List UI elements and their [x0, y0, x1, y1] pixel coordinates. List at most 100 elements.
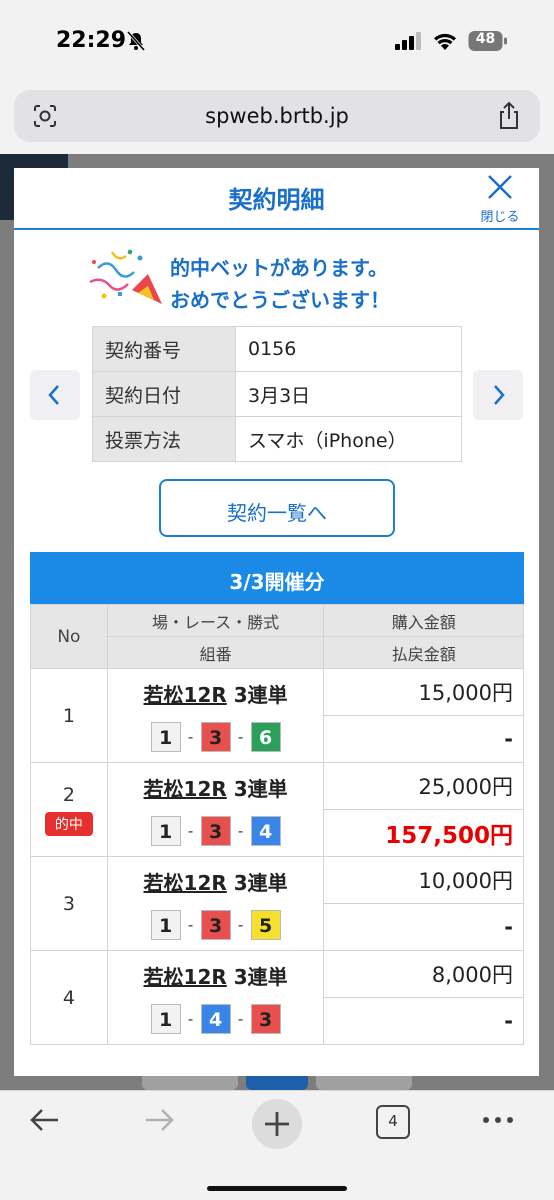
combo-separator: -: [187, 1010, 194, 1028]
boat-number: 3: [200, 722, 231, 752]
header-no: No: [30, 604, 108, 669]
status-time: 22:29: [56, 28, 127, 53]
race-cell: 若松12R 3連単 1-4-3: [106, 950, 325, 1045]
info-row: 契約日付 3月3日: [92, 371, 462, 417]
new-tab-button[interactable]: [252, 1099, 302, 1149]
modal-header: 契約明細 閉じる: [14, 168, 539, 230]
close-icon: [488, 175, 512, 199]
bet-no: 2: [62, 783, 75, 806]
combo-separator: -: [237, 822, 244, 840]
bet-no: 3: [62, 892, 75, 915]
purchase-amount: 10,000円: [323, 856, 524, 904]
battery-level: 48: [475, 31, 496, 47]
contract-info-table: 契約番号 0156 契約日付 3月3日 投票方法 スマホ（iPhone）: [92, 326, 462, 462]
purchase-amount: 15,000円: [323, 668, 524, 716]
combo-separator: -: [187, 916, 194, 934]
bet-no: 4: [62, 986, 75, 1009]
contract-list-label: 契約一覧へ: [227, 501, 327, 525]
contract-list-button[interactable]: 契約一覧へ: [159, 479, 395, 537]
combo-separator: -: [187, 822, 194, 840]
boat-number: 3: [200, 910, 231, 940]
boat-number: 5: [250, 910, 281, 940]
race-venue-link[interactable]: 若松12R: [144, 965, 227, 989]
info-row: 投票方法 スマホ（iPhone）: [92, 416, 462, 462]
payout-amount: -: [323, 903, 524, 951]
combo-separator: -: [237, 916, 244, 934]
url-text: spweb.brtb.jp: [205, 104, 349, 128]
header-purchase: 購入金額: [323, 604, 524, 637]
tabs-button[interactable]: 4: [376, 1105, 410, 1139]
boat-number: 1: [150, 722, 181, 752]
prev-contract-button[interactable]: [30, 370, 80, 420]
info-label: 契約番号: [92, 326, 236, 372]
boat-number: 3: [250, 1004, 281, 1034]
vote-method: スマホ（iPhone）: [235, 416, 462, 462]
header-race: 場・レース・勝式: [106, 604, 325, 637]
bet-row: 1 若松12R 3連単 1-3-6 15,000円: [30, 668, 524, 763]
bet-no-cell: 2 的中: [30, 762, 108, 857]
race-venue-link[interactable]: 若松12R: [144, 871, 227, 895]
signal-icon: [395, 32, 421, 50]
combo: 1-3-5: [108, 910, 324, 940]
chevron-right-icon: [494, 385, 505, 405]
boat-number: 4: [200, 1004, 231, 1034]
boat-number: 1: [150, 910, 181, 940]
close-button[interactable]: 閉じる: [475, 172, 525, 226]
tab-count: 4: [388, 1112, 398, 1130]
congrats-line-2: おめでとうございます！: [170, 288, 390, 312]
home-indicator: [207, 1186, 347, 1191]
header-payout: 払戻金額: [323, 636, 524, 669]
bet-row: 3 若松12R 3連単 1-3-5 10,000円: [30, 856, 524, 951]
purchase-amount: 25,000円: [323, 762, 524, 810]
bet-type: 3連単: [233, 965, 288, 989]
contract-number: 0156: [235, 326, 462, 372]
race-name: 若松12R 3連単: [108, 867, 324, 896]
bet-row: 4 若松12R 3連単 1-4-3 8,000円: [30, 950, 524, 1045]
chevron-left-icon: [48, 385, 59, 405]
header-combo: 組番: [106, 636, 325, 669]
race-name: 若松12R 3連単: [108, 679, 324, 708]
bet-no: 1: [62, 704, 75, 727]
combo-separator: -: [237, 1010, 244, 1028]
share-icon[interactable]: [496, 101, 522, 131]
contract-date: 3月3日: [235, 371, 462, 417]
payout-amount: 157,500円: [323, 809, 524, 857]
congrats-line-1: 的中ベットがあります。: [170, 256, 388, 280]
boat-number: 4: [250, 816, 281, 846]
bet-row: 2 的中 若松12R 3連単 1-3-4 25,000円: [30, 762, 524, 857]
race-cell: 若松12R 3連単 1-3-4: [106, 762, 325, 857]
bet-type: 3連単: [233, 871, 288, 895]
bet-no-cell: 3: [30, 856, 108, 951]
day-header-label: 3/3開催分: [229, 570, 325, 594]
bet-type: 3連単: [233, 683, 288, 707]
plus-icon: [265, 1112, 289, 1136]
boat-number: 3: [200, 816, 231, 846]
hit-badge: 的中: [44, 811, 93, 836]
status-bar: 22:29 48: [0, 0, 554, 82]
combo-separator: -: [187, 728, 194, 746]
bets-table: No 場・レース・勝式 購入金額 組番 払戻金額 1 若松12R 3連単 1-3-6…: [30, 604, 524, 1045]
race-name: 若松12R 3連単: [108, 773, 324, 802]
url-bar[interactable]: spweb.brtb.jp: [14, 90, 540, 142]
race-name: 若松12R 3連単: [108, 961, 324, 990]
battery-icon: 48: [468, 30, 508, 52]
more-icon[interactable]: [480, 1103, 516, 1137]
race-venue-link[interactable]: 若松12R: [144, 683, 227, 707]
info-row: 契約番号 0156: [92, 326, 462, 372]
browser-toolbar-top: spweb.brtb.jp: [0, 82, 554, 154]
combo: 1-3-6: [108, 722, 324, 752]
back-icon[interactable]: [28, 1103, 62, 1137]
browser-toolbar-bottom: 4: [0, 1090, 554, 1200]
next-contract-button[interactable]: [473, 370, 523, 420]
race-venue-link[interactable]: 若松12R: [144, 777, 227, 801]
modal-title: 契約明細: [228, 186, 325, 214]
wifi-icon: [434, 33, 456, 50]
combo-separator: -: [237, 728, 244, 746]
close-label: 閉じる: [480, 210, 520, 225]
forward-icon[interactable]: [142, 1103, 176, 1137]
payout-amount: -: [323, 715, 524, 763]
payout-amount: -: [323, 997, 524, 1045]
bell-muted-icon: [126, 31, 146, 51]
race-cell: 若松12R 3連単 1-3-5: [106, 856, 325, 951]
boat-number: 6: [250, 722, 281, 752]
